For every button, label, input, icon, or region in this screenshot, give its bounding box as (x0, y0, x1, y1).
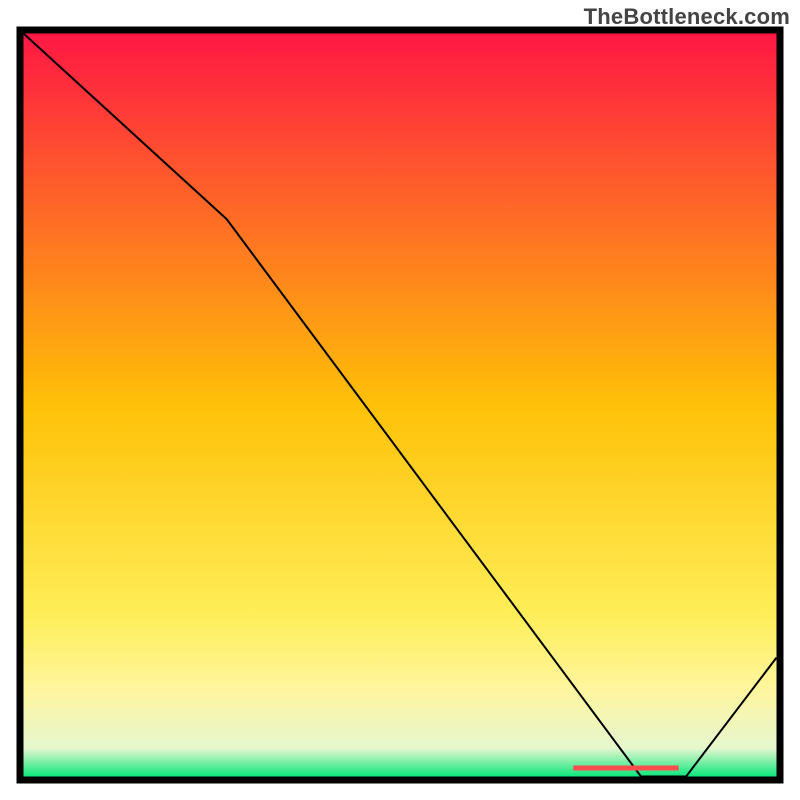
chart-svg (0, 0, 800, 800)
baseline-marker (573, 766, 678, 771)
chart-container: TheBottleneck.com (0, 0, 800, 800)
gradient-background (22, 32, 778, 778)
plot-area (20, 30, 780, 780)
